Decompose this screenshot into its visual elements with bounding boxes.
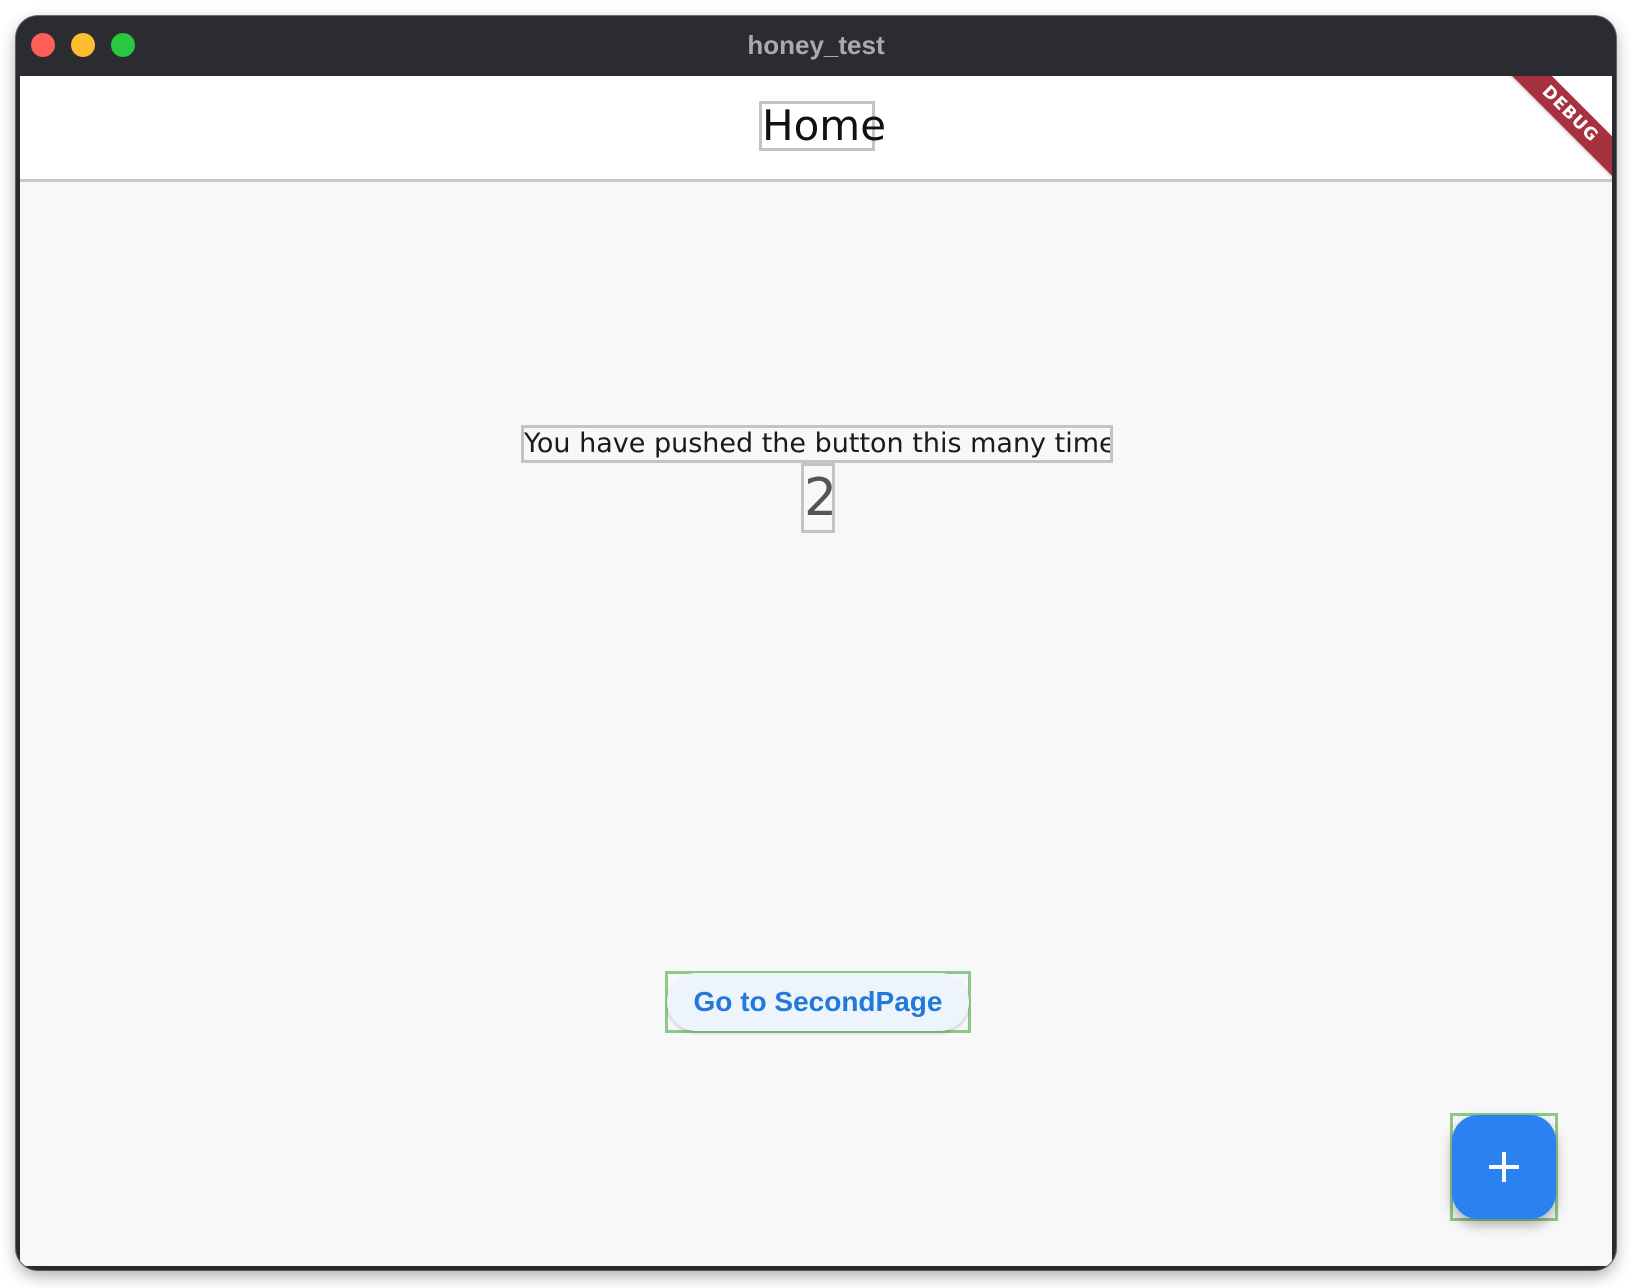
page-title: Home — [759, 101, 886, 151]
plus-icon — [1489, 1152, 1519, 1182]
counter-label: You have pushed the button this many tim… — [521, 425, 1113, 463]
title-bar[interactable]: honey_test — [16, 16, 1616, 74]
increment-fab-button[interactable] — [1452, 1115, 1556, 1219]
go-to-second-page-button[interactable]: Go to SecondPage — [667, 973, 969, 1031]
app-bar: Home DEBUG — [20, 76, 1612, 182]
debug-banner: DEBUG — [1503, 76, 1612, 181]
app-content: Home DEBUG You have pushed the button th… — [20, 76, 1612, 1266]
app-window: honey_test Home DEBUG You have pushed th… — [16, 16, 1616, 1270]
window-title: honey_test — [747, 30, 885, 60]
counter-value: 2 — [801, 463, 837, 533]
